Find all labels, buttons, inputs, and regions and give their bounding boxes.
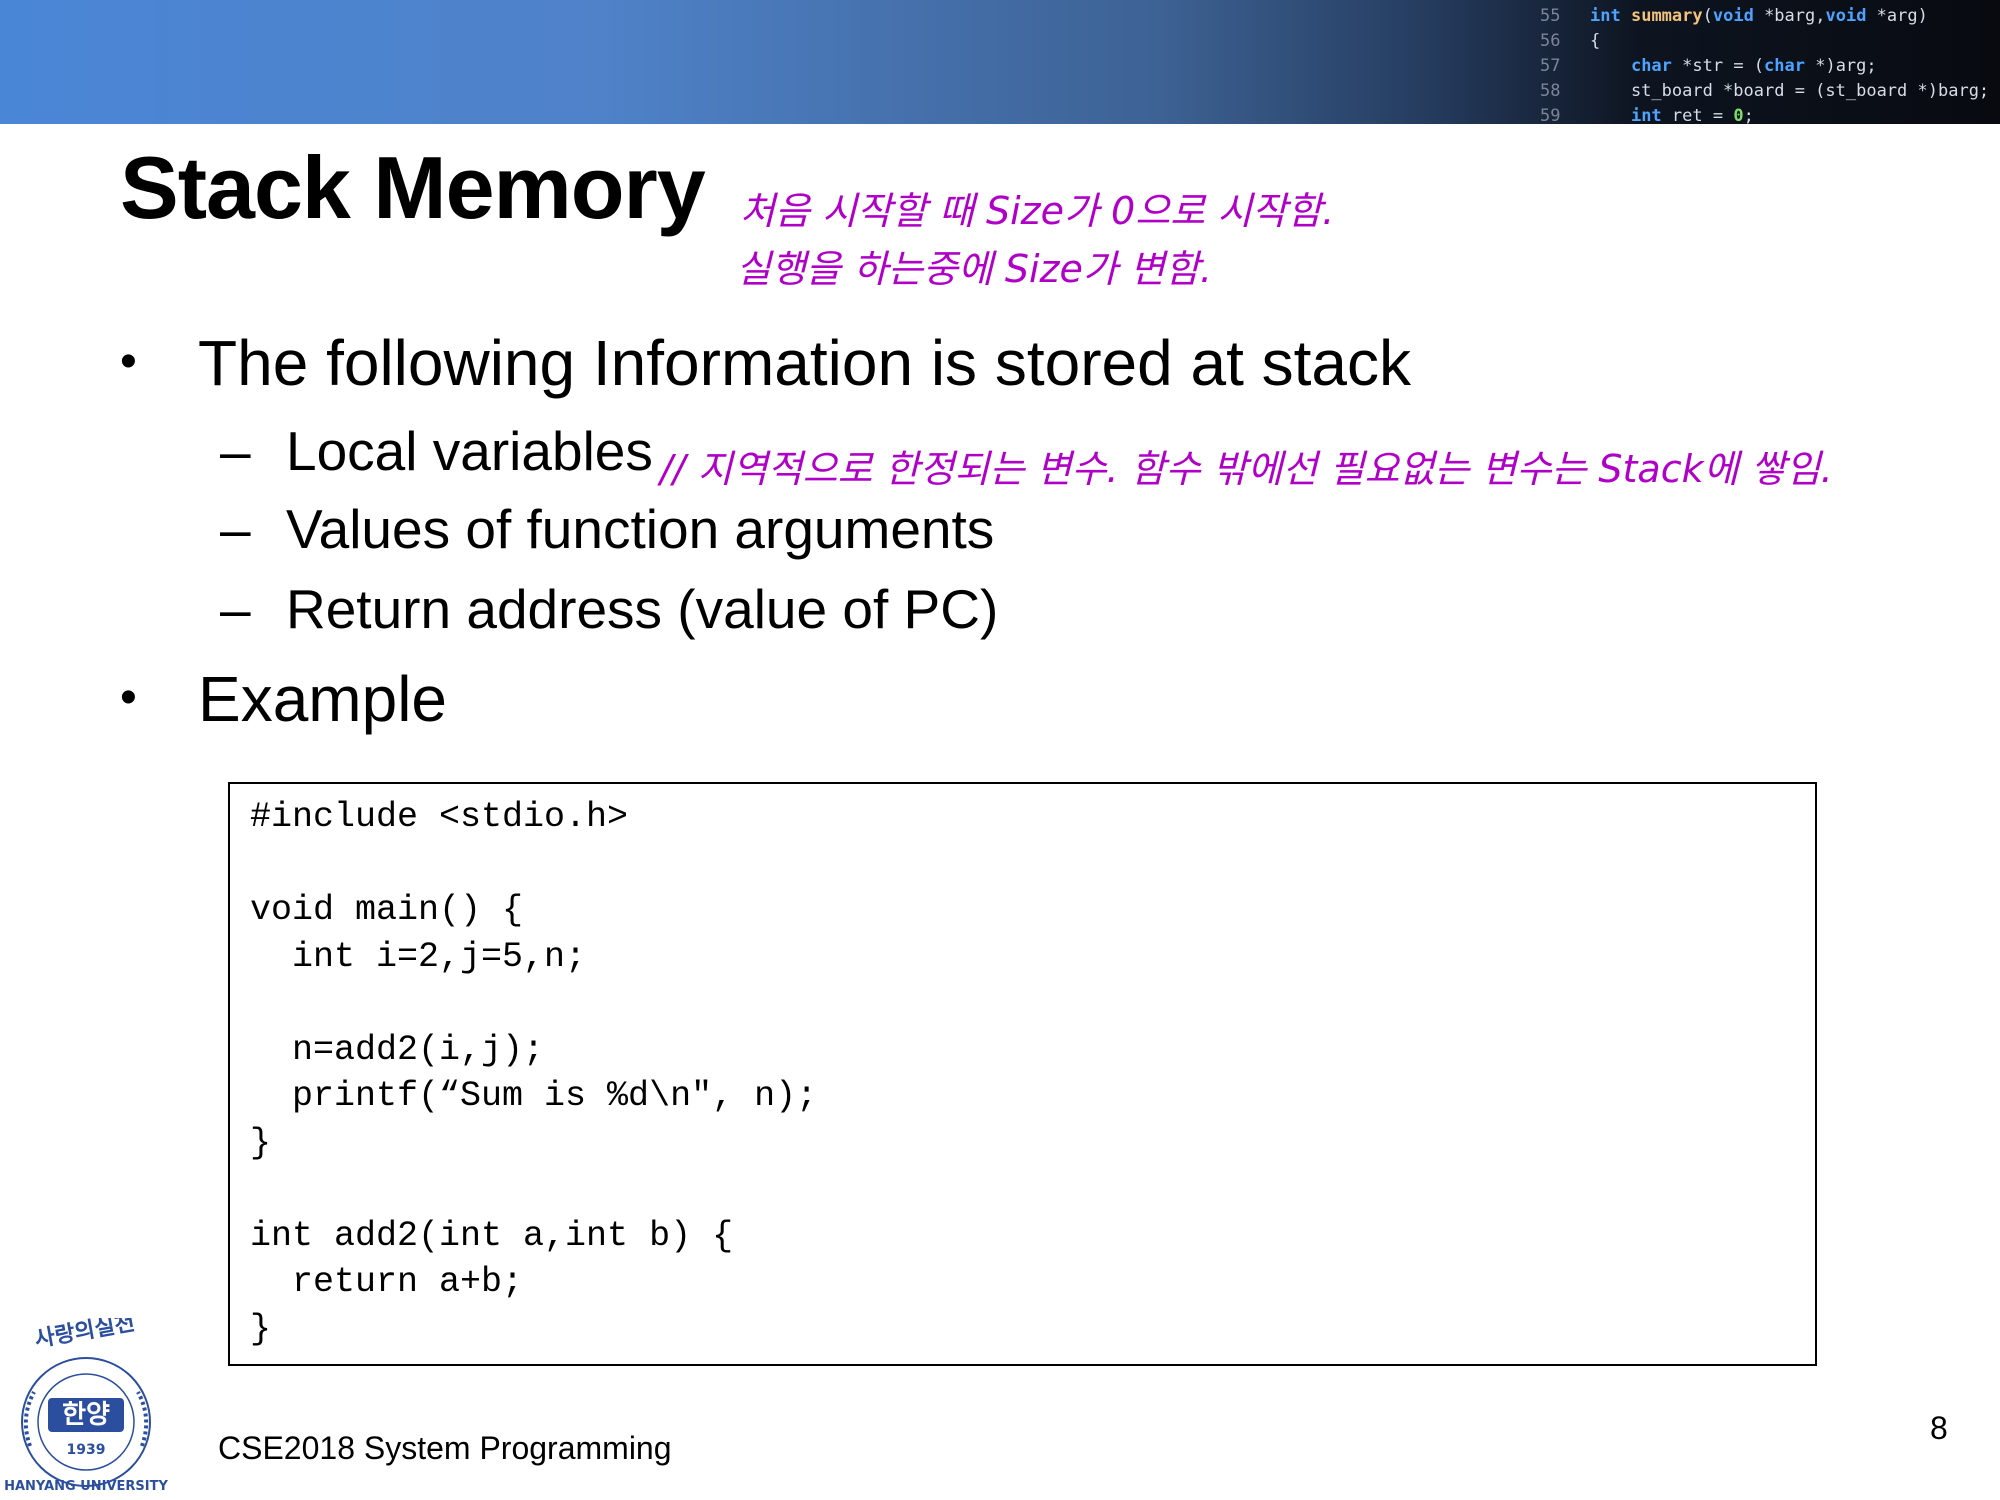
banner-code-line: 55 int summary(void *barg,void *arg) (1540, 4, 2000, 29)
sub-bullet-text: Values of function arguments (286, 498, 995, 560)
banner-code-line: 57 char *str = (char *)arg; (1540, 54, 2000, 79)
banner-code-token: ret = (1661, 106, 1734, 124)
banner-code-token: summary (1630, 6, 1703, 26)
banner-code-token: *)arg; (1804, 56, 1877, 76)
banner-line-number: 55 (1540, 6, 1561, 26)
banner-line-number: 56 (1540, 31, 1561, 51)
banner-code-token: ( (1702, 6, 1713, 26)
handwritten-note-local-vars: // 지역적으로 한정되는 변수. 함수 밖에선 필요없는 변수는 Stack에… (660, 447, 1833, 491)
hanyang-university-logo-icon: 사랑의실천 한양 1939 HANYANG UNIVERSITY (4, 1318, 168, 1494)
banner-code-token: *arg) (1866, 6, 1928, 26)
bullet-icon: • (120, 335, 137, 388)
banner-code-token: char (1764, 56, 1805, 76)
banner-code-token: ; (1743, 106, 1754, 124)
banner-code-token (1590, 106, 1631, 124)
sub-bullet-text: Return address (value of PC) (286, 578, 999, 640)
banner-code-token: *barg, (1753, 6, 1826, 26)
banner-code-token (1621, 6, 1631, 26)
banner-code-token: st_board *board = (st_board *)barg; (1590, 81, 1990, 101)
bullet-icon: • (120, 671, 137, 724)
sub-bullet-item: – Values of function arguments (220, 496, 994, 562)
bullet-item: • The following Information is stored at … (120, 322, 1411, 403)
banner-code-token: void (1825, 6, 1867, 26)
banner-code-line: 56 { (1540, 29, 2000, 54)
bullet-text: The following Information is stored at s… (198, 327, 1411, 399)
code-example-box: #include <stdio.h> void main() { int i=2… (228, 782, 1817, 1366)
logo-bottom-text: HANYANG UNIVERSITY (4, 1479, 168, 1494)
banner-code-token: int (1630, 106, 1662, 124)
banner-line-number: 58 (1540, 81, 1561, 101)
banner-line-number: 59 (1540, 106, 1561, 124)
dash-icon: – (220, 578, 251, 640)
header-banner: 55 int summary(void *barg,void *arg) 56{57… (0, 0, 2000, 124)
sub-bullet-item: – Local variables (220, 418, 653, 484)
dash-icon: – (220, 420, 251, 482)
banner-code-token: void (1712, 6, 1754, 26)
handwritten-note-title-1: 처음 시작할 때 Size가 0으로 시작함. (740, 189, 1335, 233)
banner-code-token: *str = ( (1671, 56, 1765, 76)
dash-icon: – (220, 498, 251, 560)
logo-top-text: 사랑의실천 (33, 1318, 137, 1353)
code-example: #include <stdio.h> void main() { int i=2… (250, 797, 818, 1349)
bullet-item: • Example (120, 658, 447, 739)
slide-title: Stack Memory (120, 138, 706, 237)
logo-center-text: 한양 (62, 1400, 110, 1430)
sub-bullet-item: – Return address (value of PC) (220, 576, 998, 642)
banner-code-token: { (1590, 31, 1601, 51)
banner-code-line: 58 st_board *board = (st_board *)barg; (1540, 79, 2000, 104)
footer-course-name: CSE2018 System Programming (218, 1430, 672, 1466)
banner-code-line: 59 int ret = 0; (1540, 104, 2000, 124)
banner-code-token (1590, 56, 1631, 76)
banner-code-token: int (1590, 6, 1621, 26)
banner-code-snippet: 55 int summary(void *barg,void *arg) 56{57… (1540, 4, 2000, 124)
banner-line-number: 57 (1540, 56, 1561, 76)
banner-code-token: 0 (1733, 106, 1744, 124)
banner-code-token: char (1630, 56, 1672, 76)
bullet-text: Example (198, 663, 447, 735)
logo-year: 1939 (67, 1442, 106, 1458)
handwritten-note-title-2: 실행을 하는중에 Size가 변함. (736, 247, 1212, 291)
sub-bullet-text: Local variables (286, 420, 653, 482)
page-number: 8 (1930, 1410, 1948, 1446)
